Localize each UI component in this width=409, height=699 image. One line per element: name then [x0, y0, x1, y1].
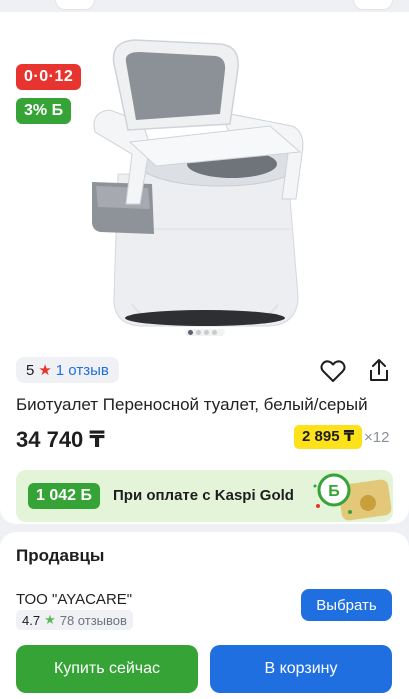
- star-icon: ★: [44, 612, 56, 627]
- rating-value: 5: [26, 361, 35, 379]
- seller-name[interactable]: ТОО "AYACARE": [16, 591, 132, 608]
- seller-reviews-count: 78 отзывов: [59, 612, 127, 628]
- buy-now-button[interactable]: Купить сейчас: [16, 645, 198, 693]
- rating-pill[interactable]: 5 ★ 1 отзыв: [16, 357, 119, 383]
- add-to-cart-button[interactable]: В корзину: [210, 645, 392, 693]
- product-photo[interactable]: [70, 34, 340, 334]
- gold-banner-text: При оплате с Kaspi Gold: [113, 487, 294, 504]
- coin-letter: Б: [328, 483, 340, 500]
- star-icon: ★: [38, 362, 52, 379]
- reviews-link[interactable]: 1 отзыв: [56, 362, 109, 379]
- sellers-section: Продавцы ТОО "AYACARE" 4.7 ★ 78 отзывов …: [0, 532, 409, 699]
- seller-rating-value: 4.7: [22, 612, 41, 628]
- kaspi-gold-banner[interactable]: 1 042 Б При оплате с Kaspi Gold Б: [16, 470, 393, 522]
- share-icon[interactable]: [366, 357, 392, 383]
- choose-seller-button[interactable]: Выбрать: [301, 589, 392, 621]
- seller-rating: 4.7 ★ 78 отзывов: [16, 610, 133, 630]
- product-price: 34 740 ₸: [16, 427, 105, 452]
- installment-price: 2 895 ₸: [294, 425, 363, 449]
- product-title: Биотуалет Переносной туалет, белый/серый: [16, 395, 368, 414]
- sellers-heading: Продавцы: [16, 546, 105, 565]
- gallery-dot: [212, 330, 217, 335]
- menu-button[interactable]: [353, 0, 393, 10]
- gallery-dot: [204, 330, 209, 335]
- bonus-badge: 3% Б: [16, 98, 72, 124]
- gold-bonus-amount: 1 042 Б: [28, 483, 100, 509]
- gallery-dot: [188, 330, 193, 335]
- installment-months: ×12: [364, 429, 390, 446]
- gallery-indicator: [185, 329, 225, 336]
- back-button[interactable]: [55, 0, 95, 10]
- heart-icon[interactable]: [320, 359, 346, 383]
- gallery-dot: [196, 330, 201, 335]
- top-bar: [0, 0, 409, 10]
- installment-badge: 0·0·12: [16, 64, 82, 90]
- kaspi-gold-card-icon: Б: [313, 473, 392, 521]
- product-card: 0·0·12 3% Б 5 ★ 1 отзыв Биотуалет Перено…: [0, 12, 409, 524]
